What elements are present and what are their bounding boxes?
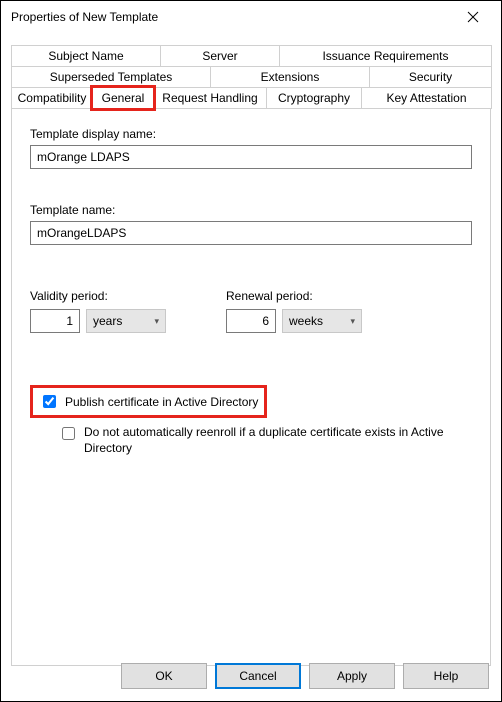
close-icon — [467, 11, 479, 23]
publish-label: Publish certificate in Active Directory — [65, 395, 258, 409]
publish-highlight-box: Publish certificate in Active Directory — [30, 385, 267, 418]
tab-request-handling[interactable]: Request Handling — [153, 87, 267, 109]
tab-general[interactable]: General — [92, 87, 154, 109]
periods-row: Validity period: years ▾ Renewal period:… — [30, 289, 472, 333]
tab-security[interactable]: Security — [369, 66, 492, 87]
cancel-button[interactable]: Cancel — [215, 663, 301, 689]
tab-row-3: Compatibility General Request Handling C… — [11, 87, 491, 109]
publish-checkbox[interactable] — [43, 395, 56, 408]
renewal-label: Renewal period: — [226, 289, 362, 303]
tab-row-2: Superseded Templates Extensions Security — [11, 66, 491, 87]
template-name-input[interactable] — [30, 221, 472, 245]
tab-content: Template display name: Template name: Va… — [11, 108, 491, 666]
tab-server[interactable]: Server — [160, 45, 280, 66]
close-button[interactable] — [453, 3, 493, 31]
chevron-down-icon: ▾ — [154, 316, 159, 327]
reenroll-label: Do not automatically reenroll if a dupli… — [84, 424, 472, 456]
help-button[interactable]: Help — [403, 663, 489, 689]
renewal-value-input[interactable] — [226, 309, 276, 333]
tab-superseded-templates[interactable]: Superseded Templates — [11, 66, 211, 87]
tab-subject-name[interactable]: Subject Name — [11, 45, 161, 66]
validity-label: Validity period: — [30, 289, 166, 303]
titlebar: Properties of New Template — [1, 1, 501, 33]
reenroll-row: Do not automatically reenroll if a dupli… — [58, 424, 472, 456]
validity-unit-value: years — [93, 314, 122, 328]
ok-button[interactable]: OK — [121, 663, 207, 689]
chevron-down-icon: ▾ — [350, 316, 355, 327]
display-name-input[interactable] — [30, 145, 472, 169]
tab-key-attestation[interactable]: Key Attestation — [361, 87, 492, 109]
tab-cryptography[interactable]: Cryptography — [266, 87, 362, 109]
display-name-label: Template display name: — [30, 127, 472, 141]
template-name-label: Template name: — [30, 203, 472, 217]
tab-compatibility[interactable]: Compatibility — [11, 87, 93, 109]
validity-value-input[interactable] — [30, 309, 80, 333]
window-title: Properties of New Template — [11, 10, 453, 24]
dialog-buttons: OK Cancel Apply Help — [121, 663, 489, 689]
validity-unit-dropdown[interactable]: years ▾ — [86, 309, 166, 333]
renewal-unit-value: weeks — [289, 314, 323, 328]
dialog-window: Properties of New Template Subject Name … — [0, 0, 502, 702]
reenroll-checkbox[interactable] — [62, 427, 75, 440]
renewal-unit-dropdown[interactable]: weeks ▾ — [282, 309, 362, 333]
tab-extensions[interactable]: Extensions — [210, 66, 370, 87]
tab-row-1: Subject Name Server Issuance Requirement… — [11, 45, 491, 66]
apply-button[interactable]: Apply — [309, 663, 395, 689]
tabs-container: Subject Name Server Issuance Requirement… — [1, 33, 501, 109]
tab-issuance-requirements[interactable]: Issuance Requirements — [279, 45, 492, 66]
